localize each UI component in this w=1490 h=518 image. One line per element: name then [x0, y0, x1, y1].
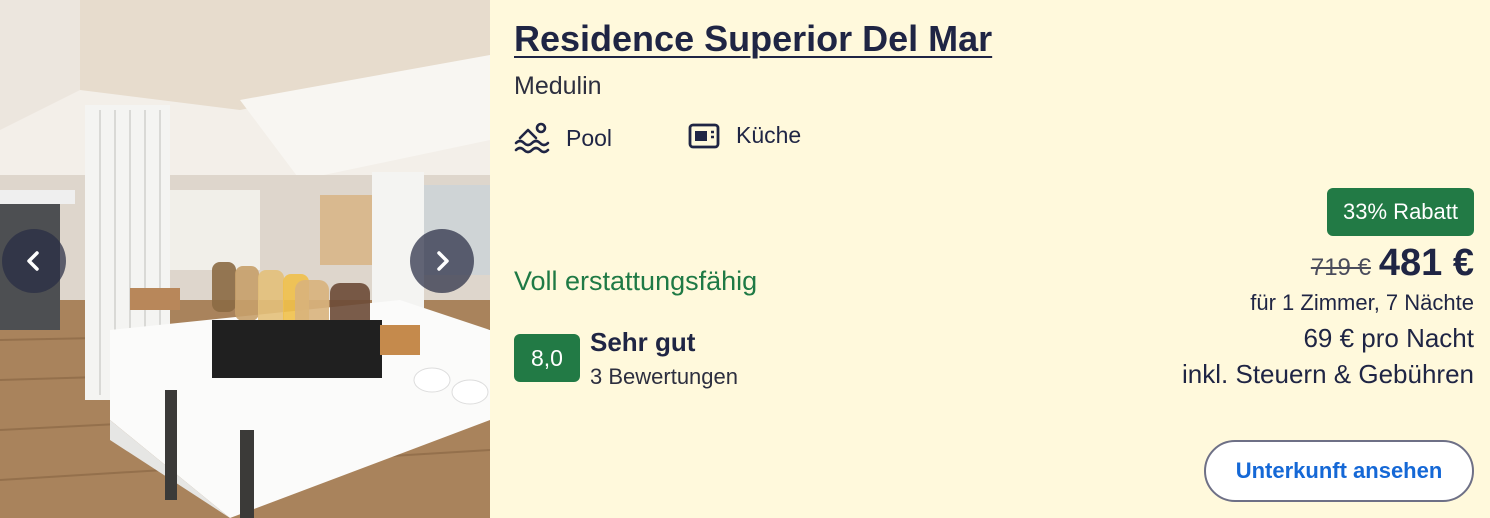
review-count[interactable]: 3 Bewertungen — [590, 364, 738, 390]
price-rooms-nights: für 1 Zimmer, 7 Nächte — [1250, 290, 1474, 315]
discount-badge: 33% Rabatt — [1327, 188, 1474, 236]
property-card: Residence Superior Del Mar Medulin Pool … — [0, 0, 1490, 518]
image-gallery[interactable] — [0, 0, 490, 518]
property-details: Residence Superior Del Mar Medulin Pool … — [490, 0, 1490, 518]
price-taxes-note: inkl. Steuern & Gebühren — [1182, 359, 1474, 389]
property-title-link[interactable]: Residence Superior Del Mar — [514, 18, 992, 60]
pool-icon — [514, 122, 550, 154]
rating-score-badge: 8,0 — [514, 334, 580, 382]
chevron-right-icon — [437, 251, 449, 271]
price-per-night: 69 € pro Nacht — [1303, 323, 1474, 353]
kitchen-icon — [688, 123, 720, 148]
refund-status: Voll erstattungsfähig — [514, 266, 758, 296]
old-price: 719 € — [1310, 254, 1371, 281]
current-price: 481 € — [1378, 242, 1474, 284]
amenity-label: Küche — [736, 122, 802, 148]
price-row: 719 € 481 € — [1311, 242, 1474, 285]
gallery-next-button[interactable] — [410, 229, 474, 293]
rating-label: Sehr gut — [590, 327, 696, 357]
amenity-label: Pool — [566, 124, 613, 151]
property-location: Medulin — [514, 72, 602, 100]
view-property-button[interactable]: Unterkunft ansehen — [1204, 440, 1474, 502]
gallery-prev-button[interactable] — [2, 229, 66, 293]
amenity-kitchen: Küche — [688, 122, 801, 149]
amenity-pool: Pool — [514, 122, 612, 154]
chevron-left-icon — [27, 251, 39, 271]
